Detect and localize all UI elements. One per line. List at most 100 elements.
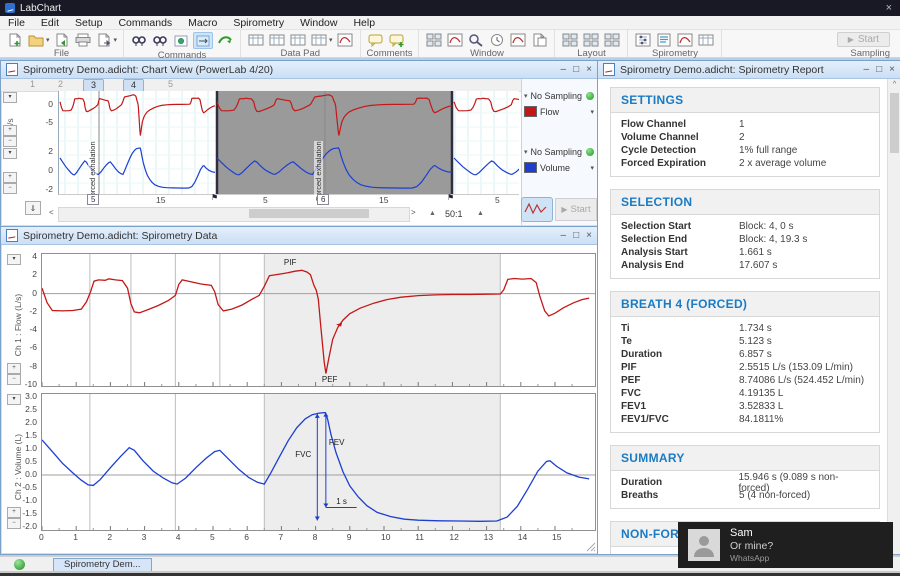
ch-2-volume-l--plot[interactable]: FVCFEV1 s — [41, 393, 596, 531]
export-icon[interactable] — [95, 32, 113, 47]
menu-item-commands[interactable]: Commands — [110, 17, 180, 29]
scale-plus-button[interactable]: + — [3, 172, 17, 183]
scale-minus-button[interactable]: − — [7, 518, 21, 529]
start-sampling-button[interactable]: ▶Start — [837, 32, 890, 47]
close-icon[interactable]: × — [586, 65, 592, 75]
save-icon[interactable] — [53, 32, 71, 47]
spirometry-settings-icon[interactable] — [634, 32, 652, 47]
channel-menu-button[interactable]: ▾ — [3, 92, 17, 103]
scale-plus-button[interactable]: + — [3, 125, 17, 136]
datapad-select-icon[interactable] — [268, 32, 286, 47]
new-file-icon[interactable] — [6, 32, 24, 47]
menu-item-window[interactable]: Window — [292, 17, 345, 29]
duplicate-window-icon[interactable] — [530, 32, 548, 47]
zoom-window-icon[interactable] — [467, 32, 485, 47]
maximize-icon[interactable]: □ — [876, 65, 882, 75]
scroll-right-icon[interactable]: > — [411, 208, 416, 217]
new-layout-icon[interactable] — [603, 32, 621, 47]
auto-scroll-icon[interactable]: ⇓ — [25, 201, 41, 215]
channel-menu-button[interactable]: ▾ — [3, 148, 17, 159]
resize-grip[interactable] — [586, 542, 596, 552]
chevron-down-icon[interactable]: ▾ — [329, 36, 333, 44]
layout-dual-icon[interactable] — [582, 32, 600, 47]
scrollbar-thumb[interactable] — [890, 93, 899, 153]
comment-marker-5[interactable]: 5 — [87, 194, 99, 205]
block-tab-2[interactable]: 2 — [51, 79, 70, 90]
maximize-icon[interactable]: □ — [573, 65, 579, 75]
section-rows: Selection StartBlock: 4, 0 sSelection En… — [611, 215, 879, 278]
chart-lane[interactable] — [58, 91, 519, 148]
comment-icon[interactable] — [367, 32, 385, 47]
scroll-up-icon[interactable]: ^ — [888, 81, 900, 88]
minimize-icon[interactable]: – — [561, 231, 567, 241]
chart-lane[interactable] — [58, 147, 519, 195]
menu-item-edit[interactable]: Edit — [33, 17, 67, 29]
plot-canvas[interactable] — [42, 254, 595, 386]
scale-minus-button[interactable]: − — [7, 374, 21, 385]
layout-quad-icon[interactable] — [561, 32, 579, 47]
document-tab[interactable]: Spirometry Dem... — [53, 558, 152, 572]
tile-windows-icon[interactable] — [425, 32, 443, 47]
marker-icon[interactable] — [172, 33, 190, 48]
channel-name-row[interactable]: Flow▾ — [524, 106, 596, 117]
menu-item-spirometry[interactable]: Spirometry — [225, 17, 292, 29]
close-icon[interactable]: × — [889, 65, 895, 75]
maximize-icon[interactable]: □ — [573, 231, 579, 241]
add-comment-icon[interactable] — [388, 32, 406, 47]
sampling-status-row[interactable]: ▾No Sampling — [524, 91, 596, 101]
goto-selection-icon[interactable] — [193, 32, 213, 49]
ch-1-flow-l-s--plot[interactable]: PIFPEF — [41, 253, 596, 387]
scale-plus-button[interactable]: + — [7, 363, 21, 374]
chart-scrollbar[interactable] — [58, 207, 410, 222]
scroll-left-icon[interactable]: < — [49, 208, 54, 217]
macro-icon[interactable] — [216, 33, 234, 48]
menu-item-macro[interactable]: Macro — [180, 17, 225, 29]
xy-view-icon[interactable] — [446, 32, 464, 47]
report-scrollbar[interactable]: ^ — [887, 79, 900, 554]
whatsapp-notification[interactable]: Sam Or mine? WhatsApp — [678, 522, 893, 568]
scale-minus-button[interactable]: − — [3, 136, 17, 147]
spirometry-table-icon[interactable] — [697, 32, 715, 47]
sampling-panel-button[interactable] — [521, 197, 553, 222]
scrollbar-thumb[interactable] — [249, 209, 369, 218]
menu-item-help[interactable]: Help — [345, 17, 383, 29]
mini-chart-icon[interactable] — [336, 32, 354, 47]
find-icon[interactable] — [130, 33, 148, 48]
main-close-icon[interactable]: × — [886, 2, 892, 14]
block-tab-1[interactable]: 1 — [23, 79, 42, 90]
report-row: Cycle Detection1% full range — [621, 144, 869, 157]
print-icon[interactable] — [74, 32, 92, 47]
datapad-view-icon[interactable] — [247, 32, 265, 47]
comment-marker-6[interactable]: 6 — [317, 194, 329, 205]
report-titlebar[interactable]: Spirometry Demo.adicht: Spirometry Repor… — [598, 61, 900, 79]
clock-window-icon[interactable] — [488, 32, 506, 47]
data-window-titlebar[interactable]: Spirometry Demo.adicht: Spirometry Data … — [1, 227, 598, 245]
chevron-down-icon[interactable]: ▾ — [46, 36, 50, 44]
scale-plus-button[interactable]: + — [7, 507, 21, 518]
channel-menu-button[interactable]: ▾ — [7, 254, 21, 265]
chevron-down-icon[interactable]: ▾ — [114, 36, 118, 44]
compress-right-icon[interactable]: ▲ — [477, 210, 484, 217]
minimize-icon[interactable]: – — [864, 65, 870, 75]
close-icon[interactable]: × — [586, 231, 592, 241]
spirometry-loop-icon[interactable] — [676, 32, 694, 47]
channel-menu-button[interactable]: ▾ — [7, 394, 21, 405]
channel-name-row[interactable]: Volume▾ — [524, 162, 596, 173]
sampling-status-row[interactable]: ▾No Sampling — [524, 147, 596, 157]
minimize-icon[interactable]: – — [561, 65, 567, 75]
menu-item-file[interactable]: File — [0, 17, 33, 29]
start-sampling-button[interactable]: ▶ Start — [555, 198, 597, 221]
chart-view-titlebar[interactable]: Spirometry Demo.adicht: Chart View (Powe… — [1, 61, 598, 79]
spirometry-report-icon[interactable] — [655, 32, 673, 47]
menu-item-setup[interactable]: Setup — [67, 17, 110, 29]
compression-ratio[interactable]: 50:1 — [445, 209, 463, 219]
datapad-options-icon[interactable] — [310, 32, 328, 47]
scale-minus-button[interactable]: − — [3, 183, 17, 194]
open-file-icon[interactable] — [27, 32, 45, 47]
datapad-add-icon[interactable] — [289, 32, 307, 47]
find-data-icon[interactable] — [151, 33, 169, 48]
picture-window-icon[interactable] — [509, 32, 527, 47]
compress-left-icon[interactable]: ▲ — [429, 210, 436, 217]
block-tab-5[interactable]: 5 — [161, 79, 180, 90]
plot-canvas[interactable] — [42, 394, 595, 530]
